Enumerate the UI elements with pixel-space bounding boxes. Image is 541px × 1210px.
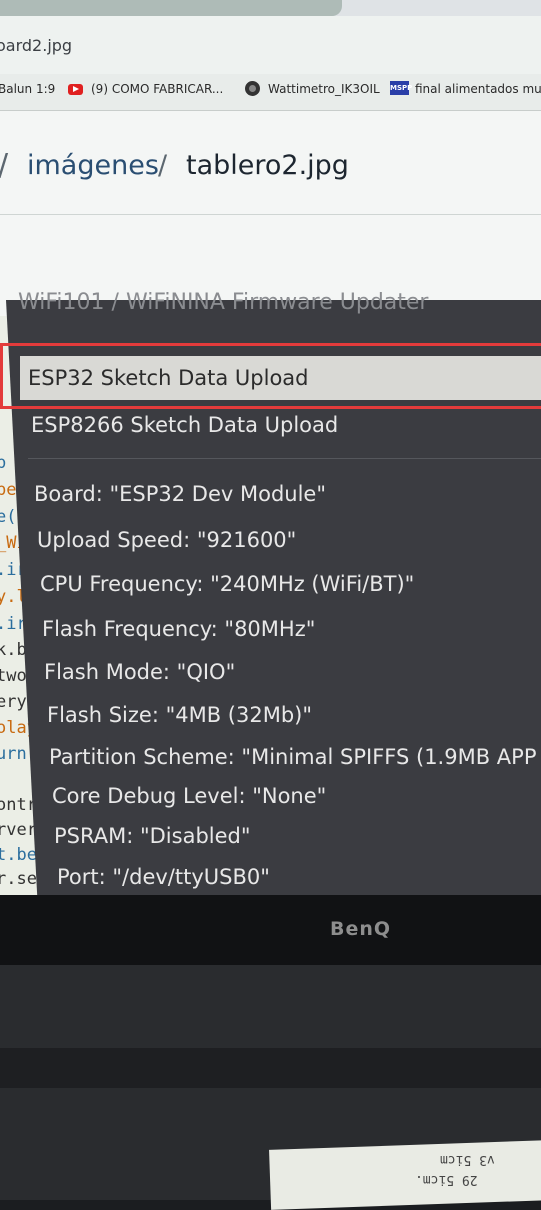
breadcrumb-current: tablero2.jpg: [186, 150, 349, 181]
code-line: ery: [0, 692, 27, 712]
monitor-stand: [0, 1048, 541, 1088]
code-line: k.b: [0, 640, 27, 660]
address-bar[interactable]: [0, 16, 541, 74]
note-line: v3 5icm: [440, 1152, 495, 1167]
code-line: r.se: [0, 869, 37, 889]
menu-item-partition-scheme[interactable]: Partition Scheme: "Minimal SPIFFS (1.9MB…: [49, 745, 541, 769]
code-line: two: [0, 666, 27, 686]
bookmark-final[interactable]: final alimentados mul...: [415, 82, 541, 96]
divider: [0, 214, 541, 215]
menu-item-upload-speed[interactable]: Upload Speed: "921600": [37, 528, 296, 552]
breadcrumb-separator: /: [158, 150, 168, 181]
menu-item-cpu-frequency[interactable]: CPU Frequency: "240MHz (WiFi/BT)": [40, 572, 414, 596]
paper-note: [269, 1140, 541, 1210]
code-line: p: [0, 453, 7, 473]
code-line: t.be: [0, 845, 37, 865]
youtube-icon: [68, 84, 83, 95]
monitor-bezel: [0, 895, 541, 965]
menu-separator: [28, 458, 541, 459]
menu-item-port[interactable]: Port: "/dev/ttyUSB0": [57, 865, 270, 889]
active-tab[interactable]: [0, 0, 342, 16]
bookmark-balun[interactable]: Balun 1:9: [0, 82, 55, 96]
menu-item-flash-size[interactable]: Flash Size: "4MB (32Mb)": [47, 703, 312, 727]
code-line: be: [0, 480, 17, 500]
menu-item-core-debug-level[interactable]: Core Debug Level: "None": [52, 784, 326, 808]
url-text: oard2.jpg: [0, 36, 73, 55]
menu-item-board[interactable]: Board: "ESP32 Dev Module": [34, 482, 326, 506]
note-line: 29 5icm.: [415, 1172, 478, 1187]
monitor-brand-logo: BenQ: [330, 918, 392, 940]
bookmark-wattimetro[interactable]: Wattimetro_IK3OIL: [268, 82, 380, 96]
menu-item-flash-mode[interactable]: Flash Mode: "QIO": [44, 660, 235, 684]
code-line: rver: [0, 820, 37, 840]
bookmark-youtube[interactable]: (9) COMO FABRICAR...: [91, 82, 223, 96]
menu-item-esp8266-data-upload[interactable]: ESP8266 Sketch Data Upload: [31, 413, 338, 437]
site-logo-icon: MSPP: [390, 81, 412, 95]
menu-item-flash-frequency[interactable]: Flash Frequency: "80MHz": [42, 617, 315, 641]
menu-item-psram[interactable]: PSRAM: "Disabled": [54, 824, 251, 848]
menu-item-firmware-updater[interactable]: WiFi101 / WiFiNINA Firmware Updater: [18, 290, 428, 315]
annotation-red-box: [0, 343, 541, 409]
globe-icon: [245, 81, 260, 96]
breadcrumb-link-imagenes[interactable]: imágenes: [27, 150, 159, 181]
breadcrumb-separator: /: [0, 148, 8, 183]
